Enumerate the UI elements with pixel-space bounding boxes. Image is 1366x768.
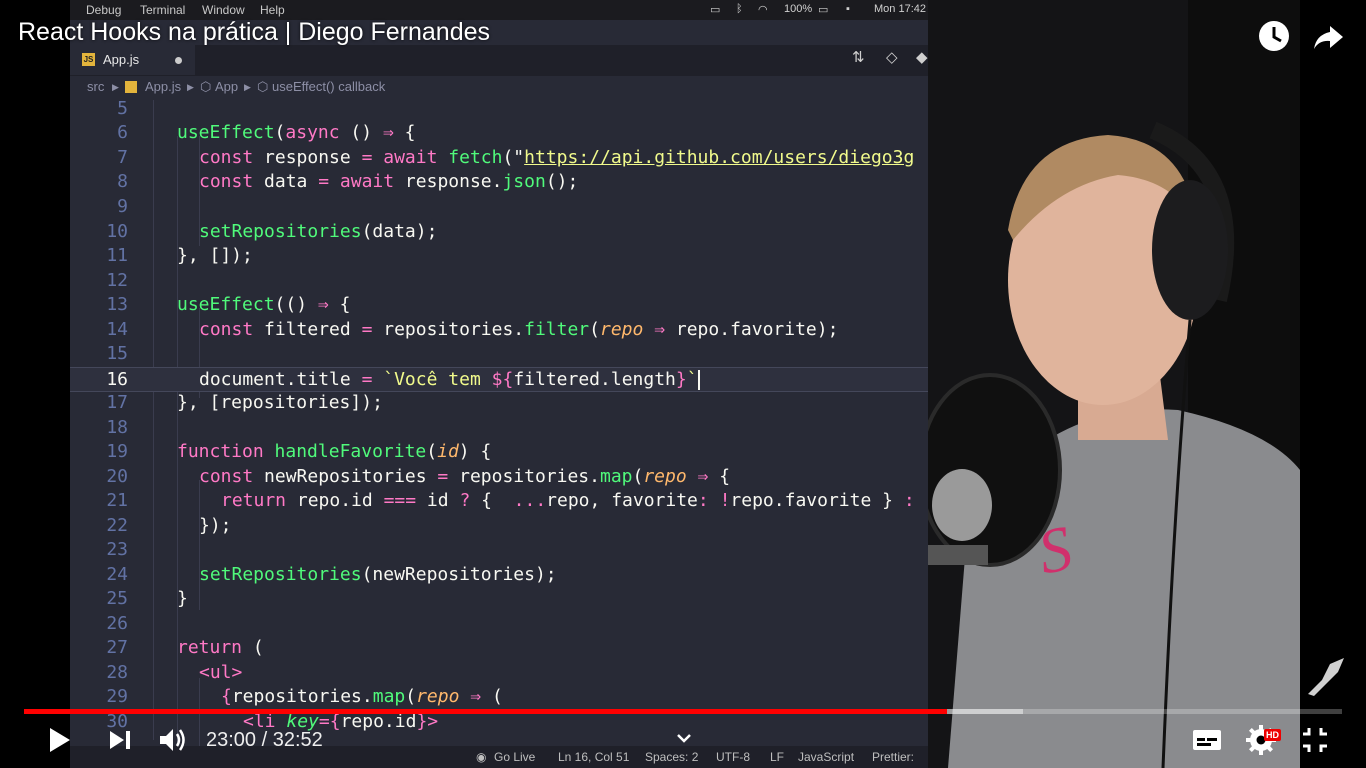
eol-setting[interactable]: LF bbox=[770, 750, 784, 764]
mac-menubar: Debug Terminal Window Help ▭ ᛒ ◠ 100% ▭ … bbox=[70, 0, 930, 20]
battery-percent: 100% bbox=[784, 3, 813, 15]
unsaved-dot-icon[interactable] bbox=[175, 57, 182, 64]
git-compare-icon[interactable]: ⇅ bbox=[852, 48, 865, 66]
code-line: 19 function handleFavorite(id) { bbox=[106, 441, 492, 462]
code-line: 29 {repositories.map(repo ⇒ ( bbox=[106, 686, 503, 707]
chevron-right-icon: ▶ bbox=[244, 82, 251, 92]
code-line: 21 return repo.id === id ? { ...repo, fav… bbox=[106, 490, 915, 511]
broadcast-icon: ◉ bbox=[476, 750, 487, 764]
video-title[interactable]: React Hooks na prática | Diego Fernandes bbox=[18, 18, 490, 47]
webcam-feed: S bbox=[928, 0, 1300, 768]
go-live-button[interactable]: Go Live bbox=[494, 750, 535, 764]
code-line: 18 bbox=[106, 417, 128, 438]
prettier-status[interactable]: Prettier: bbox=[872, 750, 914, 764]
watch-later-icon[interactable] bbox=[1256, 18, 1292, 54]
indentation-setting[interactable]: Spaces: 2 bbox=[645, 750, 698, 764]
tab-app-js[interactable]: JS App.js bbox=[70, 45, 195, 75]
code-line: 23 bbox=[106, 539, 128, 560]
bluetooth-icon: ᛒ bbox=[736, 3, 743, 15]
menu-item-help[interactable]: Help bbox=[260, 3, 285, 17]
menu-item-debug[interactable]: Debug bbox=[86, 3, 121, 17]
code-line: 22}); bbox=[106, 515, 232, 536]
video-frame[interactable]: Debug Terminal Window Help ▭ ᛒ ◠ 100% ▭ … bbox=[0, 0, 1366, 768]
code-line: 5 bbox=[117, 98, 128, 119]
code-line: 12 bbox=[106, 270, 128, 291]
code-line: 26 bbox=[106, 613, 128, 634]
cursor-position[interactable]: Ln 16, Col 51 bbox=[558, 750, 629, 764]
breadcrumb-callback[interactable]: useEffect() callback bbox=[272, 79, 385, 94]
code-line: 13 useEffect(() ⇒ { bbox=[106, 294, 351, 315]
code-line: 10 setRepositories(data); bbox=[106, 221, 438, 242]
code-line: 9 bbox=[117, 196, 128, 217]
code-line: 25} bbox=[106, 588, 188, 609]
share-icon[interactable] bbox=[1310, 18, 1346, 54]
channel-watermark-icon[interactable] bbox=[1304, 654, 1348, 700]
subtitles-icon[interactable] bbox=[1189, 722, 1225, 758]
volume-icon[interactable] bbox=[154, 722, 190, 758]
tab-label: App.js bbox=[103, 52, 140, 67]
code-editor: JS App.js ⇅ ◇ ◆ src ▶ App.js ▶ ⬡ App ▶ ⬡… bbox=[70, 20, 928, 768]
component-icon: ⬡ bbox=[200, 79, 212, 94]
breadcrumb-file[interactable]: App.js bbox=[145, 79, 181, 94]
code-area[interactable]: 5 6 useEffect(async () ⇒ { 7 const respons… bbox=[70, 98, 928, 758]
js-file-icon bbox=[125, 81, 137, 93]
progress-bar[interactable] bbox=[24, 709, 1342, 714]
code-line: 17}, [repositories]); bbox=[106, 392, 383, 413]
menubar-clock: Mon 17:42 bbox=[874, 3, 926, 15]
function-icon: ⬡ bbox=[257, 79, 269, 94]
code-line: 24 setRepositories(newRepositories); bbox=[106, 564, 557, 585]
code-line: 8 const data = await response.json(); bbox=[117, 171, 579, 192]
code-line: 14 const filtered = repositories.filter(r… bbox=[106, 319, 839, 340]
battery-icon: ▭ bbox=[818, 4, 829, 16]
code-line: 28 <ul> bbox=[106, 662, 243, 683]
editor-statusbar: ◉ Go Live Ln 16, Col 51 Spaces: 2 UTF-8 … bbox=[70, 746, 928, 768]
menu-item-terminal[interactable]: Terminal bbox=[140, 3, 185, 17]
code-line: 7 const response = await fetch("https://a… bbox=[117, 147, 915, 168]
open-changes-icon[interactable]: ◇ bbox=[886, 48, 898, 66]
encoding-setting[interactable]: UTF-8 bbox=[716, 750, 750, 764]
js-file-icon: JS bbox=[82, 53, 95, 66]
flag-icon: ▪ bbox=[846, 3, 850, 15]
menu-item-window[interactable]: Window bbox=[202, 3, 245, 17]
time-display: 23:00 / 32:52 bbox=[206, 729, 323, 751]
next-icon[interactable] bbox=[102, 722, 138, 758]
code-line: 20 const newRepositories = repositories.m… bbox=[106, 466, 731, 487]
code-line: 6 useEffect(async () ⇒ { bbox=[117, 122, 416, 143]
breadcrumb: src ▶ App.js ▶ ⬡ App ▶ ⬡ useEffect() cal… bbox=[70, 76, 928, 98]
code-line: 27 return ( bbox=[106, 637, 264, 658]
chevron-down-icon[interactable] bbox=[672, 726, 696, 750]
presenter-image: S bbox=[928, 0, 1300, 768]
code-line: 11}, []); bbox=[106, 245, 253, 266]
exit-fullscreen-icon[interactable] bbox=[1297, 722, 1333, 758]
split-editor-icon[interactable]: ◆ bbox=[916, 48, 928, 66]
text-cursor bbox=[697, 370, 700, 390]
hd-badge: HD bbox=[1264, 729, 1281, 741]
breadcrumb-component[interactable]: App bbox=[215, 79, 238, 94]
chevron-right-icon: ▶ bbox=[112, 82, 119, 92]
language-mode[interactable]: JavaScript bbox=[798, 750, 854, 764]
play-icon[interactable] bbox=[40, 722, 76, 758]
code-line: 15 bbox=[106, 343, 128, 364]
current-code-line: 16 document.title = `Você tem ${filtered.… bbox=[70, 367, 928, 392]
chevron-right-icon: ▶ bbox=[187, 82, 194, 92]
wifi-icon: ◠ bbox=[758, 4, 768, 16]
screen-mirror-icon: ▭ bbox=[710, 4, 721, 16]
progress-played bbox=[24, 709, 947, 714]
url-string: https://api.github.com/users/diego3g bbox=[524, 147, 915, 168]
breadcrumb-src[interactable]: src bbox=[87, 79, 104, 94]
